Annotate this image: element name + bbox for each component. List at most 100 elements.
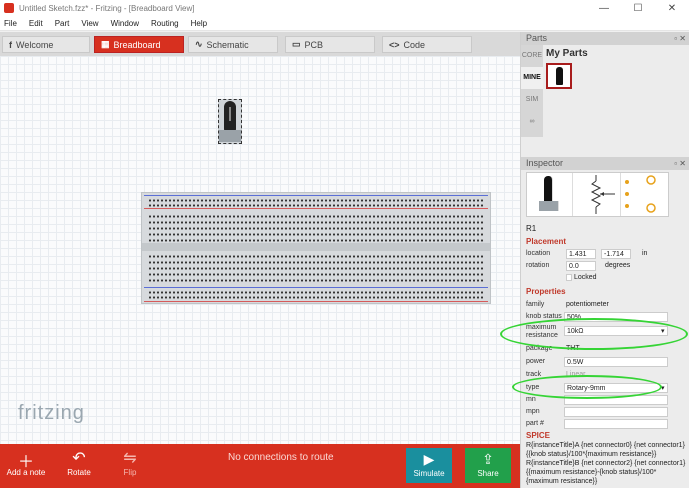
locked-label: Locked — [574, 274, 597, 281]
terminal-holes — [148, 255, 484, 258]
properties-section-title: Properties — [526, 287, 566, 296]
parts-bin-tabs: CORE MINE SIM ∞ — [521, 45, 543, 137]
bottom-toolbar: ＋ Add a note ↶ Rotate ⇋ Flip No connecti… — [0, 444, 520, 488]
parts-header-label: Parts — [526, 33, 548, 43]
potentiometer-base — [219, 130, 241, 142]
tab-welcome[interactable]: f Welcome — [2, 36, 90, 53]
rail-line-blue — [144, 195, 488, 196]
tab-label: Code — [403, 39, 426, 50]
location-x-input[interactable]: 1.431 — [566, 249, 596, 259]
add-note-label: Add a note — [6, 468, 46, 477]
potentiometer-part[interactable] — [218, 99, 242, 144]
menu-help[interactable]: Help — [191, 19, 207, 28]
power-rail-holes — [148, 296, 484, 299]
inspector-header: Inspector ▫ ✕ — [521, 157, 689, 170]
bin-tab-mine[interactable]: MINE — [521, 67, 543, 89]
terminal-holes — [148, 261, 484, 264]
power-rail-holes — [148, 204, 484, 207]
potentiometer-icon — [556, 67, 563, 85]
spice-text: R{instanceTitle}A {net connector0} {net … — [526, 442, 686, 485]
maximize-button[interactable]: ☐ — [621, 3, 655, 14]
add-note-button[interactable]: ＋ Add a note — [6, 448, 46, 477]
menu-window[interactable]: Window — [111, 19, 139, 28]
tab-breadboard[interactable]: ▦ Breadboard — [94, 36, 184, 53]
rotate-icon: ↶ — [72, 450, 86, 467]
family-value: potentiometer — [566, 301, 609, 308]
breadboard[interactable] — [141, 192, 491, 304]
highlight-ellipse — [500, 318, 688, 350]
rail-line-red — [144, 208, 488, 209]
fritzing-logo: fritzing — [18, 402, 85, 424]
dock-controls-icon[interactable]: ▫ ✕ — [674, 157, 686, 170]
spice-section-title: SPICE — [526, 431, 551, 440]
menu-edit[interactable]: Edit — [29, 19, 43, 28]
placement-section-title: Placement — [526, 237, 567, 246]
play-icon: ▶ — [423, 451, 435, 467]
menu-view[interactable]: View — [81, 19, 98, 28]
my-parts-title: My Parts — [546, 48, 588, 59]
view-tabs: f Welcome ▦ Breadboard ∿ Schematic ▭ PCB… — [0, 32, 520, 56]
menu-routing[interactable]: Routing — [151, 19, 179, 28]
menu-part[interactable]: Part — [55, 19, 70, 28]
rail-line-red — [144, 301, 488, 302]
rotation-input[interactable]: 0.0 — [566, 261, 596, 271]
part-number-label: part # — [526, 420, 544, 427]
schematic-preview — [573, 173, 621, 216]
bin-tab-core[interactable]: CORE — [521, 45, 543, 67]
power-input[interactable]: 0.5W — [564, 357, 668, 367]
welcome-icon: f — [9, 39, 12, 50]
tab-code[interactable]: <> Code — [382, 36, 472, 53]
share-button[interactable]: ⇪ Share — [465, 448, 511, 483]
schematic-icon: ∿ — [195, 39, 203, 49]
bin-tab-contrib[interactable]: ∞ — [521, 111, 543, 133]
power-rail-holes — [148, 199, 484, 202]
pcb-icon: ▭ — [292, 39, 301, 49]
highlight-ellipse — [512, 375, 662, 399]
tab-label: PCB — [304, 39, 324, 50]
breadboard-icon: ▦ — [101, 39, 110, 49]
close-button[interactable]: ✕ — [655, 3, 689, 14]
flip-icon: ⇋ — [123, 450, 137, 467]
title-bar: Untitled Sketch.fzz* - Fritzing - [Bread… — [0, 0, 689, 16]
minimize-button[interactable]: — — [587, 3, 621, 14]
terminal-holes — [148, 221, 484, 224]
terminal-holes — [148, 233, 484, 236]
part-number-input[interactable] — [564, 419, 668, 429]
bin-tab-sim[interactable]: SIM — [521, 89, 543, 111]
tab-pcb[interactable]: ▭ PCB — [285, 36, 375, 53]
locked-checkbox[interactable] — [566, 274, 572, 281]
inspector-previews — [526, 172, 669, 217]
location-y-input[interactable]: -1.714 — [601, 249, 631, 259]
location-label: location — [526, 250, 551, 257]
simulate-button[interactable]: ▶ Simulate — [406, 448, 452, 483]
share-label: Share — [477, 469, 499, 478]
tab-label: Schematic — [206, 39, 249, 50]
potentiometer-knob — [224, 101, 236, 131]
flip-button[interactable]: ⇋ Flip — [116, 448, 144, 477]
mpn-input[interactable] — [564, 407, 668, 417]
share-icon: ⇪ — [482, 451, 494, 467]
rotate-button[interactable]: ↶ Rotate — [62, 448, 96, 477]
rotate-label: Rotate — [67, 468, 91, 477]
tab-schematic[interactable]: ∿ Schematic — [188, 36, 278, 53]
part-thumbnail-potentiometer[interactable] — [546, 63, 572, 89]
pcb-preview — [621, 173, 668, 216]
terminal-holes — [148, 267, 484, 270]
flip-label: Flip — [123, 468, 137, 477]
terminal-holes — [148, 215, 484, 218]
breadboard-canvas[interactable]: fritzing — [0, 56, 520, 444]
location-unit[interactable]: in — [642, 250, 647, 257]
family-label: family — [526, 301, 545, 308]
center-channel — [142, 243, 490, 251]
window-title: Untitled Sketch.fzz* - Fritzing - [Bread… — [19, 3, 195, 13]
rail-line-blue — [144, 287, 488, 288]
fritzing-app-icon — [4, 3, 14, 13]
power-rail-holes — [148, 291, 484, 294]
menu-file[interactable]: File — [4, 19, 17, 28]
part-instance-id: R1 — [526, 224, 537, 233]
dock-controls-icon[interactable]: ▫ ✕ — [674, 32, 686, 45]
power-label: power — [526, 358, 546, 365]
code-icon: <> — [389, 39, 400, 50]
inspector-header-label: Inspector — [526, 158, 564, 168]
parts-header: Parts ▫ ✕ — [521, 32, 689, 45]
